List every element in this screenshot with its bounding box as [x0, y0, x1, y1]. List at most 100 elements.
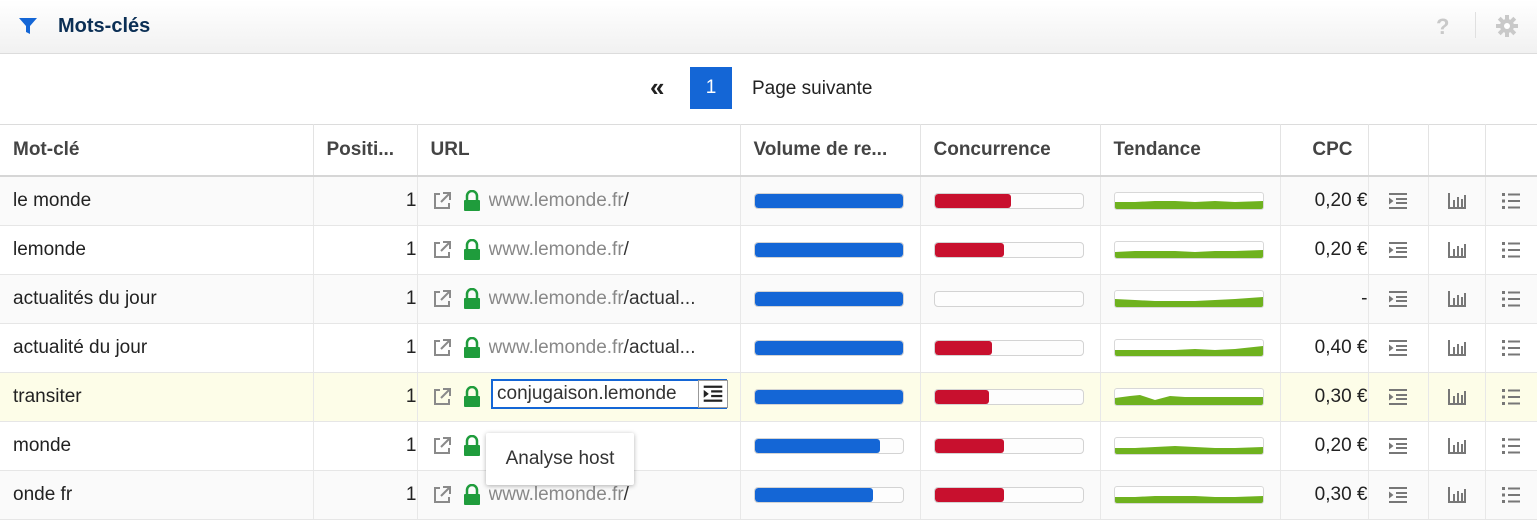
- table-row: onde fr 1 www.lemonde.fr/ 0,30 €: [0, 470, 1537, 520]
- url-link[interactable]: www.lemonde.fr/actual...: [489, 337, 696, 359]
- position-cell: 1: [313, 421, 418, 471]
- col-header-cpc[interactable]: CPC: [1280, 124, 1369, 177]
- analyse-host-tooltip: Analyse host: [486, 433, 634, 485]
- serp-action-cell[interactable]: [1368, 176, 1429, 226]
- bar-chart-icon[interactable]: [1446, 435, 1468, 457]
- indent-list-icon[interactable]: [1387, 239, 1409, 261]
- bar-chart-icon[interactable]: [1446, 239, 1468, 261]
- col-header-url[interactable]: URL: [417, 124, 741, 177]
- bar-chart-icon[interactable]: [1446, 386, 1468, 408]
- serp-action-cell[interactable]: [1368, 421, 1429, 471]
- serp-action-cell[interactable]: [1368, 372, 1429, 422]
- list-action-cell[interactable]: [1485, 176, 1537, 226]
- col-header-actions-2: [1428, 124, 1486, 177]
- list-icon[interactable]: [1500, 288, 1522, 310]
- chart-action-cell[interactable]: [1428, 225, 1486, 275]
- panel-title: Mots-clés: [58, 15, 151, 37]
- list-action-cell[interactable]: [1485, 274, 1537, 324]
- col-header-keyword[interactable]: Mot-clé: [0, 124, 314, 177]
- analyse-host-button[interactable]: [698, 380, 728, 408]
- serp-action-cell[interactable]: [1368, 470, 1429, 520]
- list-icon[interactable]: [1500, 435, 1522, 457]
- col-header-competition[interactable]: Concurrence: [920, 124, 1101, 177]
- competition-cell: [920, 323, 1101, 373]
- pagination: « 1 Page suivante: [0, 54, 1537, 124]
- list-action-cell[interactable]: [1485, 470, 1537, 520]
- first-page-button[interactable]: «: [650, 74, 664, 100]
- keyword-cell[interactable]: actualités du jour: [0, 274, 314, 324]
- external-link-icon[interactable]: [431, 288, 453, 310]
- serp-action-cell[interactable]: [1368, 323, 1429, 373]
- keyword-cell[interactable]: lemonde: [0, 225, 314, 275]
- volume-bar-fill: [754, 292, 903, 306]
- url-link[interactable]: www.lemonde.fr/actual...: [489, 288, 696, 310]
- trend-sparkline: [1113, 437, 1264, 455]
- url-link[interactable]: www.lemonde.fr/: [489, 239, 629, 261]
- indent-list-icon[interactable]: [1387, 337, 1409, 359]
- chart-action-cell[interactable]: [1428, 421, 1486, 471]
- list-action-cell[interactable]: [1485, 372, 1537, 422]
- gear-icon[interactable]: [1496, 15, 1518, 37]
- bar-chart-icon[interactable]: [1446, 484, 1468, 506]
- list-icon[interactable]: [1500, 484, 1522, 506]
- col-header-volume[interactable]: Volume de re...: [740, 124, 921, 177]
- keyword-cell[interactable]: onde fr: [0, 470, 314, 520]
- table-row: actualité du jour 1 www.lemonde.fr/actua…: [0, 323, 1537, 373]
- external-link-icon[interactable]: [431, 484, 453, 506]
- position-cell: 1: [313, 470, 418, 520]
- volume-bar-fill: [754, 243, 903, 257]
- list-icon[interactable]: [1500, 239, 1522, 261]
- indent-list-icon[interactable]: [1387, 435, 1409, 457]
- page-1-button[interactable]: 1: [690, 67, 732, 109]
- position-cell: 1: [313, 274, 418, 324]
- list-icon[interactable]: [1500, 386, 1522, 408]
- col-header-trend[interactable]: Tendance: [1100, 124, 1281, 177]
- keyword-cell[interactable]: monde: [0, 421, 314, 471]
- external-link-icon[interactable]: [431, 337, 453, 359]
- serp-action-cell[interactable]: [1368, 274, 1429, 324]
- url-link[interactable]: www.lemonde.fr/: [489, 190, 629, 212]
- cpc-cell: 0,30 €: [1280, 470, 1369, 520]
- chart-action-cell[interactable]: [1428, 372, 1486, 422]
- list-action-cell[interactable]: [1485, 323, 1537, 373]
- selected-url-field[interactable]: conjugaison.lemonde: [491, 379, 727, 409]
- external-link-icon[interactable]: [431, 386, 453, 408]
- col-header-position[interactable]: Positi...: [313, 124, 418, 177]
- position-cell: 1: [313, 225, 418, 275]
- cpc-cell: 0,20 €: [1280, 225, 1369, 275]
- filter-icon[interactable]: [18, 16, 38, 36]
- indent-list-icon[interactable]: [1387, 190, 1409, 212]
- volume-cell: [740, 421, 921, 471]
- list-icon[interactable]: [1500, 190, 1522, 212]
- chart-action-cell[interactable]: [1428, 470, 1486, 520]
- external-link-icon[interactable]: [431, 239, 453, 261]
- next-page-button[interactable]: Page suivante: [752, 78, 872, 100]
- competition-cell: [920, 176, 1101, 226]
- url-link[interactable]: www.lemonde.fr/: [489, 484, 629, 506]
- chart-action-cell[interactable]: [1428, 274, 1486, 324]
- bar-chart-icon[interactable]: [1446, 288, 1468, 310]
- list-action-cell[interactable]: [1485, 421, 1537, 471]
- url-host: www.lemonde.fr: [488, 484, 624, 505]
- keyword-cell[interactable]: actualité du jour: [0, 323, 314, 373]
- external-link-icon[interactable]: [431, 435, 453, 457]
- list-action-cell[interactable]: [1485, 225, 1537, 275]
- list-icon[interactable]: [1500, 337, 1522, 359]
- indent-list-icon[interactable]: [1387, 484, 1409, 506]
- trend-sparkline: [1113, 486, 1264, 504]
- bar-chart-icon[interactable]: [1446, 190, 1468, 212]
- keyword-cell[interactable]: le monde: [0, 176, 314, 226]
- bar-chart-icon[interactable]: [1446, 337, 1468, 359]
- position-cell: 1: [313, 176, 418, 226]
- serp-action-cell[interactable]: [1368, 225, 1429, 275]
- external-link-icon[interactable]: [431, 190, 453, 212]
- keyword-cell[interactable]: transiter: [0, 372, 314, 422]
- competition-bar: [933, 193, 1084, 209]
- chart-action-cell[interactable]: [1428, 176, 1486, 226]
- indent-list-icon[interactable]: [1387, 288, 1409, 310]
- volume-cell: [740, 323, 921, 373]
- indent-list-icon[interactable]: [1387, 386, 1409, 408]
- chart-action-cell[interactable]: [1428, 323, 1486, 373]
- help-icon[interactable]: ?: [1436, 14, 1449, 40]
- url-host: www.lemonde.fr: [488, 337, 624, 358]
